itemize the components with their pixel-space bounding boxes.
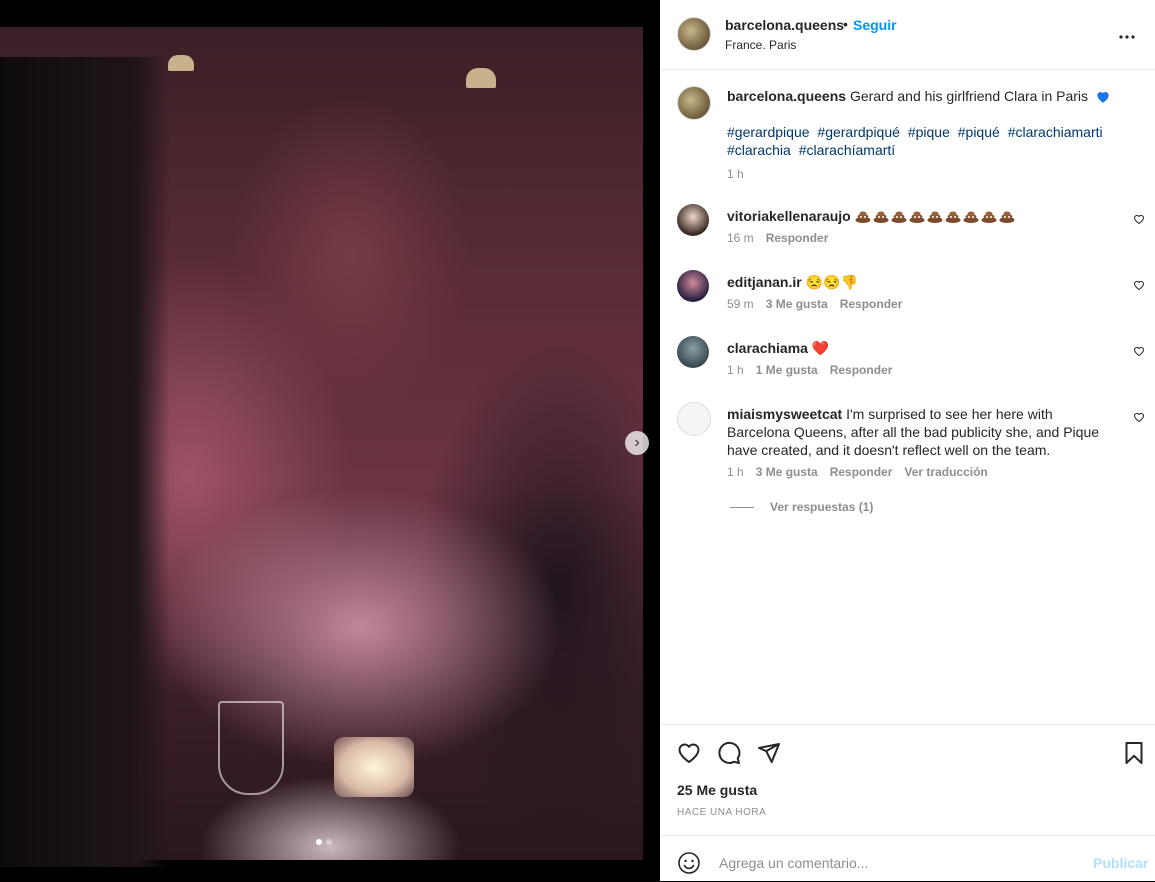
post-timestamp: HACE UNA HORA [677,807,767,818]
commenter-username[interactable]: vitoriakellenaraujo [727,208,851,224]
comment-body: ❤️ [811,340,830,356]
commenter-avatar[interactable] [677,270,709,302]
post-location[interactable]: France. Paris [725,38,796,52]
comment-likes[interactable]: 3 Me gusta [756,465,818,479]
poop-emoji-icon [891,211,907,223]
comment-meta: 1 h 3 Me gusta Responder Ver traducción [727,465,988,479]
replies-divider [730,506,754,508]
comment-like-heart-icon[interactable] [1133,279,1145,291]
caption-timestamp: 1 h [727,167,744,181]
hashtag-link[interactable]: #piqué [958,124,1000,140]
bookmark-icon[interactable] [1122,741,1146,765]
photo-candle [334,737,414,797]
author-username[interactable]: barcelona.queens [725,17,844,33]
poop-emoji-icon [963,211,979,223]
comment-body: 😒😒👎 [805,274,858,290]
comment-likes[interactable]: 1 Me gusta [756,363,818,377]
post-photo[interactable] [0,27,643,867]
poop-emoji-icon [855,211,871,223]
caption-text: Gerard and his girlfriend Clara in Paris [849,88,1089,104]
photo-foreground-figure [0,57,170,867]
hashtag-link[interactable]: #clarachiamarti [1008,124,1103,140]
carousel-dot-active [316,839,322,845]
author-avatar[interactable] [677,17,711,51]
comment-text: clarachiama ❤️ [727,339,1117,357]
poop-emoji-icon [945,211,961,223]
caption-hashtags: #gerardpique #gerardpiqué #pique #piqué … [727,123,1127,159]
commenter-username[interactable]: miaismysweetcat [727,406,842,422]
comment-like-heart-icon[interactable] [1133,213,1145,225]
comment-text: miaismysweetcat I'm surprised to see her… [727,405,1117,459]
comment-timestamp: 1 h [727,363,744,377]
comment-like-heart-icon[interactable] [1133,345,1145,357]
hashtag-link[interactable]: #clarachíamartí [799,142,895,158]
share-icon[interactable] [757,741,781,765]
next-slide-button[interactable]: › [625,431,649,455]
comment-input[interactable] [717,849,1021,877]
caption-username[interactable]: barcelona.queens [727,88,846,104]
comment-timestamp: 59 m [727,297,754,311]
comment-like-heart-icon[interactable] [1133,411,1145,423]
comment-text: vitoriakellenaraujo [727,207,1117,225]
reply-button[interactable]: Responder [830,465,893,479]
poop-emoji-row [855,208,1017,224]
commenter-username[interactable]: editjanan.ir [727,274,802,290]
chevron-right-icon: › [634,434,640,451]
hashtag-link[interactable]: #pique [908,124,950,140]
hashtag-link[interactable]: #clarachia [727,142,791,158]
comment-meta: 59 m 3 Me gusta Responder [727,297,902,311]
publish-button[interactable]: Publicar [1093,855,1148,871]
commenter-username[interactable]: clarachiama [727,340,808,356]
reply-button[interactable]: Responder [830,363,893,377]
reply-button[interactable]: Responder [840,297,903,311]
photo-lamp [168,55,194,71]
photo-lamp [466,68,496,88]
carousel-dot [326,839,332,845]
poop-emoji-icon [981,211,997,223]
reply-button[interactable]: Responder [766,231,829,245]
view-replies-button[interactable]: Ver respuestas (1) [730,500,873,514]
comment-timestamp: 16 m [727,231,754,245]
comment-composer: Publicar [660,835,1155,882]
blue-heart-icon [1097,92,1109,103]
view-replies-label: Ver respuestas (1) [770,500,874,514]
post-header: barcelona.queens • Seguir France. Paris [660,0,1155,70]
header-separator: • [843,16,848,32]
commenter-avatar[interactable] [677,204,709,236]
commenter-avatar[interactable] [677,402,711,436]
follow-button[interactable]: Seguir [853,17,897,33]
hashtag-link[interactable]: #gerardpique [727,124,810,140]
caption-line: barcelona.queens Gerard and his girlfrie… [727,88,1137,104]
smile-icon[interactable] [677,851,701,875]
post-media: › [0,0,660,881]
more-options-icon[interactable] [1118,24,1136,45]
comment-meta: 1 h 1 Me gusta Responder [727,363,892,377]
translate-button[interactable]: Ver traducción [904,465,987,479]
hashtag-link[interactable]: #gerardpiqué [817,124,900,140]
heart-icon[interactable] [677,741,701,765]
comment-meta: 16 m Responder [727,231,828,245]
likes-count[interactable]: 25 Me gusta [677,782,757,798]
post-actions: 25 Me gusta HACE UNA HORA [660,724,1155,836]
poop-emoji-icon [927,211,943,223]
poop-emoji-icon [873,211,889,223]
commenter-avatar[interactable] [677,336,709,368]
comment-timestamp: 1 h [727,465,744,479]
post-details-panel: barcelona.queens • Seguir France. Paris … [660,0,1155,881]
poop-emoji-icon [999,211,1015,223]
comment-icon[interactable] [717,741,741,765]
poop-emoji-icon [909,211,925,223]
carousel-indicator [316,839,332,845]
comment-likes[interactable]: 3 Me gusta [766,297,828,311]
caption-avatar[interactable] [677,86,711,120]
comment-text: editjanan.ir 😒😒👎 [727,273,1117,291]
photo-wine-glass [218,701,284,795]
